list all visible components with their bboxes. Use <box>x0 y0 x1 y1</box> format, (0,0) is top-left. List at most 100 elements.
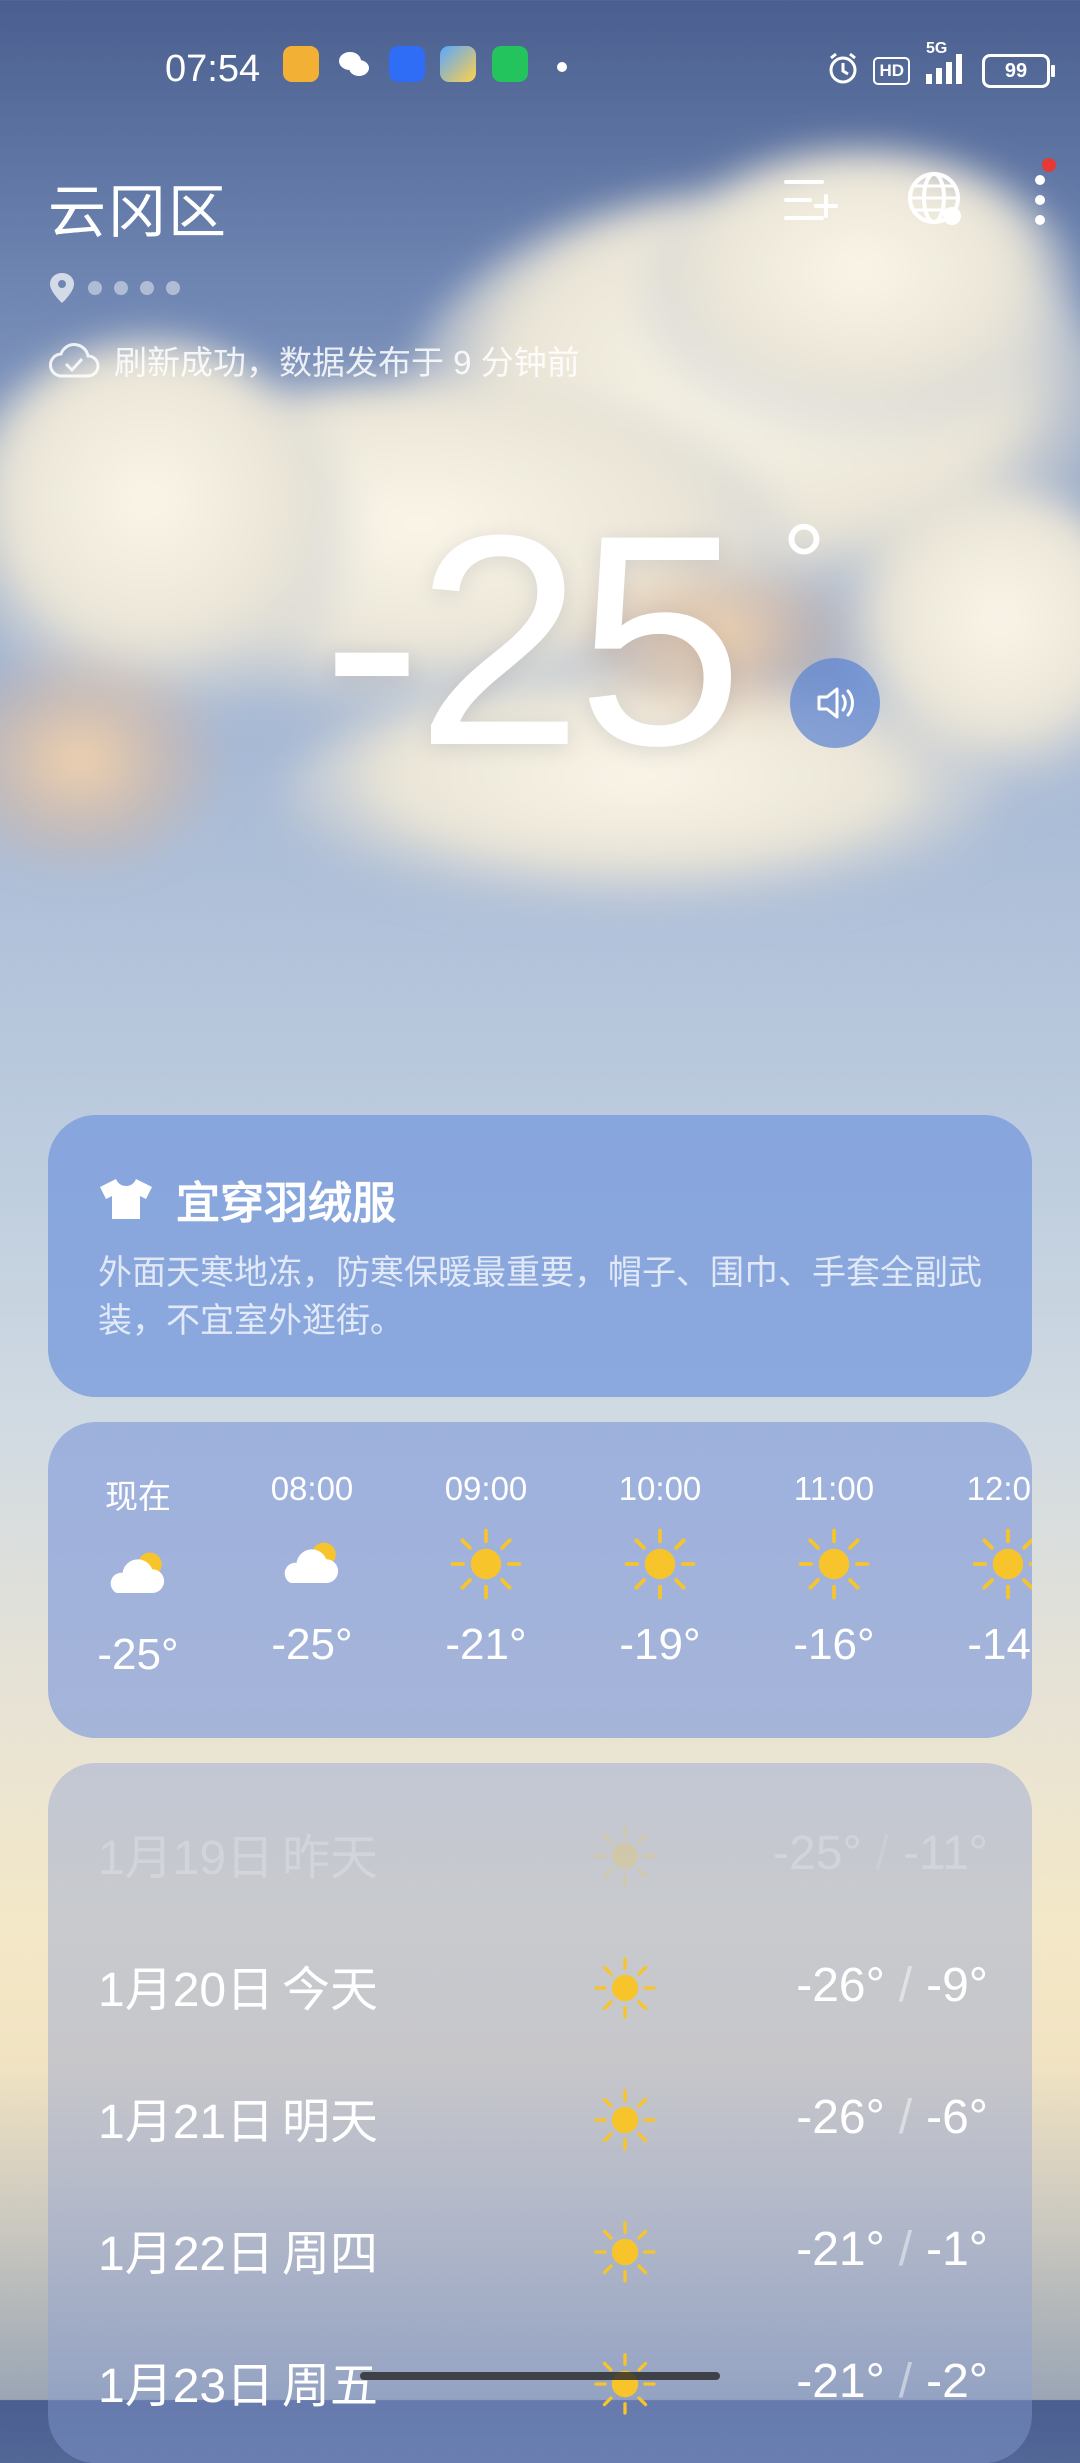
cloud-check-icon <box>49 343 100 378</box>
daily-row[interactable]: 1月21日 明天 -26° / -6° <box>98 2077 988 2157</box>
network-type: 5G <box>926 40 948 57</box>
day-date: 1月22日 <box>98 2228 275 2281</box>
hourly-forecast[interactable]: 现在 -25° 08:00 -25° 09:00 -21° 10:00 -19°… <box>48 1422 1032 1738</box>
baidu-icon <box>389 46 425 82</box>
refresh-text: 刷新成功，数据发布于 9 分钟前 <box>114 344 580 381</box>
day-relative: 周五 <box>282 2360 379 2413</box>
hour-temp: -21° <box>445 1620 527 1669</box>
sun-icon <box>592 1955 658 2033</box>
hour-temp: -14° <box>967 1620 1032 1669</box>
speaker-icon <box>817 687 854 719</box>
clock: 07:54 <box>165 48 261 90</box>
day-relative: 明天 <box>282 2096 379 2149</box>
weather-icon <box>440 46 476 82</box>
partly-cloudy-icon <box>58 1526 218 1622</box>
day-temp-range: -21° / -1° <box>796 2222 988 2277</box>
signal-icon: 5G <box>922 40 970 91</box>
hour-temp: -19° <box>619 1620 701 1669</box>
day-relative: 昨天 <box>282 1832 379 1885</box>
weibo-icon <box>283 46 319 82</box>
home-indicator[interactable] <box>360 2372 720 2380</box>
day-relative: 周四 <box>282 2228 379 2281</box>
page-dot <box>166 281 180 295</box>
status-bar: 07:54 HD 5G 99 <box>0 40 1080 104</box>
tshirt-icon <box>100 1179 152 1219</box>
day-high: -11° <box>902 1826 988 1880</box>
day-date: 1月21日 <box>98 2096 275 2149</box>
globe-icon[interactable] <box>906 170 966 230</box>
day-date: 1月20日 <box>98 1964 275 2017</box>
day-temp-range: -26° / -6° <box>796 2090 988 2145</box>
page-dot <box>88 281 102 295</box>
day-low: -21° <box>796 2222 885 2276</box>
hour-label: 11:00 <box>793 1470 875 1507</box>
sun-icon <box>592 2219 658 2297</box>
clothing-advice-card[interactable]: 宜穿羽绒服 外面天寒地冻，防寒保暖最重要，帽子、围巾、手套全副武装，不宜室外逛街… <box>48 1115 1032 1397</box>
iqiyi-icon <box>492 46 528 82</box>
location-header: 云冈区 <box>48 165 228 305</box>
range-separator: / <box>898 2222 913 2276</box>
page-dot <box>140 281 154 295</box>
day-temp-range: -21° / -2° <box>796 2354 988 2409</box>
sun-icon <box>928 1516 1032 1612</box>
hour-temp: -25° <box>271 1620 353 1669</box>
hourly-item: 11:00 -16° <box>754 1470 914 1670</box>
degree-symbol: ° <box>782 502 826 625</box>
hourly-item: 12:00 -14° <box>928 1470 1032 1670</box>
day-high: -1° <box>926 2222 988 2276</box>
day-date: 1月19日 <box>98 1832 275 1885</box>
more-menu-button[interactable] <box>1030 158 1056 230</box>
hourly-item: 10:00 -19° <box>580 1470 740 1670</box>
wechat-icon <box>336 46 372 82</box>
notification-dot-icon <box>1042 158 1056 172</box>
page-indicator <box>48 271 228 305</box>
battery-indicator: 99 <box>982 53 1055 88</box>
hour-label: 08:00 <box>270 1470 354 1507</box>
day-high: -9° <box>926 1958 988 2012</box>
notification-dot-icon <box>557 62 567 72</box>
daily-row[interactable]: 1月23日 周五 -21° / -2° <box>98 2341 988 2421</box>
day-high: -6° <box>926 2090 988 2144</box>
daily-forecast[interactable]: 1月19日 昨天 -25° / -11° 1月20日 今天 -26° / -9° 1月2… <box>48 1763 1032 2463</box>
daily-row[interactable]: 1月20日 今天 -26° / -9° <box>98 1945 988 2025</box>
header-actions <box>782 158 1056 230</box>
range-separator: / <box>875 1826 889 1880</box>
sun-icon <box>754 1516 914 1612</box>
daily-row[interactable]: 1月19日 昨天 -25° / -11° <box>98 1813 988 1893</box>
daily-row[interactable]: 1月22日 周四 -21° / -1° <box>98 2209 988 2289</box>
city-name[interactable]: 云冈区 <box>48 165 228 249</box>
refresh-status: 刷新成功，数据发布于 9 分钟前 <box>48 336 580 384</box>
hour-label: 10:00 <box>618 1470 702 1507</box>
sun-icon <box>592 1823 658 1901</box>
advice-title-text: 宜穿羽绒服 <box>176 1179 396 1228</box>
advice-body: 外面天寒地冻，防寒保暖最重要，帽子、围巾、手套全副武装，不宜室外逛街。 <box>98 1254 982 1340</box>
hour-temp: -16° <box>793 1620 875 1669</box>
day-relative: 今天 <box>282 1964 379 2017</box>
range-separator: / <box>898 2090 913 2144</box>
sun-icon <box>406 1516 566 1612</box>
hour-label: 现在 <box>105 1478 171 1515</box>
sun-icon <box>580 1516 740 1612</box>
hour-temp: -25° <box>97 1630 179 1679</box>
sun-icon <box>592 2087 658 2165</box>
range-separator: / <box>898 1958 913 2012</box>
hour-label: 12:00 <box>966 1470 1032 1507</box>
day-low: -26° <box>796 1958 885 2012</box>
day-temp-range: -26° / -9° <box>796 1958 988 2013</box>
speaker-button[interactable] <box>790 658 880 748</box>
location-pin-icon <box>50 273 74 303</box>
page-dot <box>114 281 128 295</box>
day-temp-range: -25° / -11° <box>773 1826 988 1881</box>
hd-badge: HD <box>873 56 910 85</box>
sun-icon <box>592 2351 658 2429</box>
current-temperature: -25 <box>322 472 744 808</box>
hourly-item: 09:00 -21° <box>406 1470 566 1670</box>
hourly-item: 08:00 -25° <box>232 1470 392 1670</box>
partly-cloudy-icon <box>232 1516 392 1612</box>
day-low: -25° <box>773 1826 862 1880</box>
alarm-icon <box>825 50 861 91</box>
add-city-button[interactable] <box>782 170 842 230</box>
advice-title: 宜穿羽绒服 <box>98 1167 396 1231</box>
hourly-item: 现在 -25° <box>58 1470 218 1680</box>
day-low: -26° <box>796 2090 885 2144</box>
